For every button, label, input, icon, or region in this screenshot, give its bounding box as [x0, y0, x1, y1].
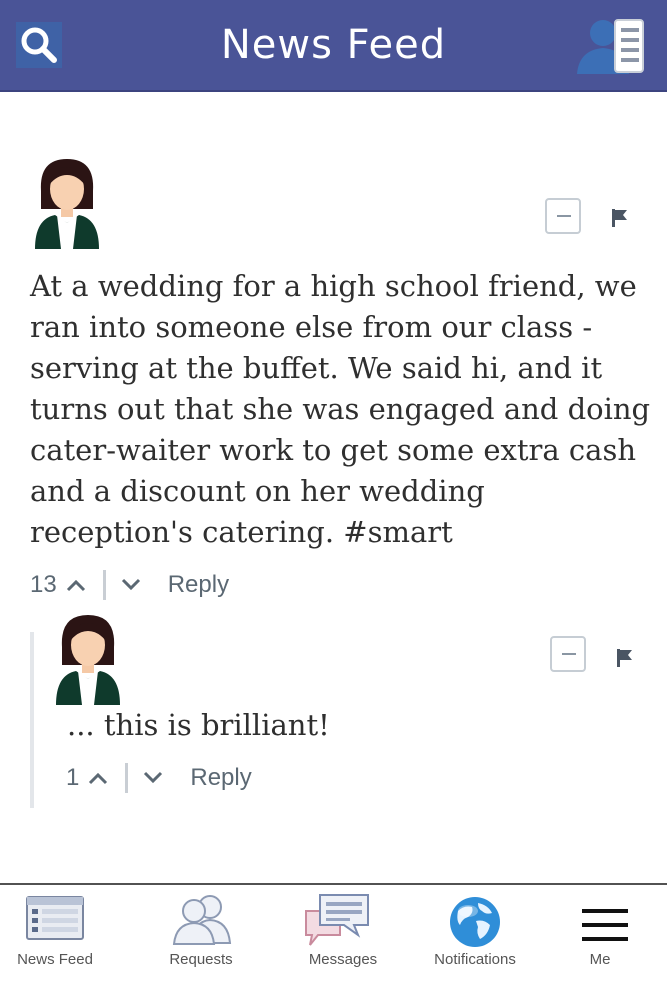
- user-avatar-icon: [35, 159, 99, 249]
- friends-list-icon: [577, 19, 644, 74]
- reply-flag-icon[interactable]: [616, 648, 634, 668]
- bottom-nav: News Feed Requests Messages Notification…: [0, 883, 667, 1002]
- vote-divider: [125, 763, 129, 793]
- nav-notifications[interactable]: Notifications: [420, 885, 530, 985]
- reply-button[interactable]: Reply: [168, 571, 229, 599]
- messages-icon: [305, 894, 369, 946]
- collapse-button[interactable]: [545, 198, 581, 234]
- menu-icon: [582, 909, 628, 941]
- reply-vote-bar: 1 Reply: [66, 758, 252, 798]
- page-title: News Feed: [220, 22, 447, 68]
- reply-text: ... this is brilliant!: [67, 708, 330, 742]
- news-feed-icon: [26, 896, 84, 940]
- nav-requests[interactable]: Requests: [146, 885, 256, 985]
- reply-vote-count: 1: [66, 764, 80, 791]
- nav-label: News Feed: [17, 951, 93, 968]
- vote-divider: [102, 570, 106, 600]
- upvote-icon[interactable]: [87, 771, 109, 785]
- reply-avatar[interactable]: [54, 613, 122, 705]
- upvote-icon[interactable]: [65, 578, 87, 592]
- reply-reply-button[interactable]: Reply: [190, 764, 251, 792]
- downvote-icon[interactable]: [142, 771, 164, 785]
- post-vote-bar: 13 Reply: [30, 565, 229, 605]
- nav-messages[interactable]: Messages: [288, 885, 398, 985]
- top-bar: News Feed: [0, 0, 667, 92]
- nav-label: Requests: [169, 951, 233, 968]
- post-text: At a wedding for a high school friend, w…: [30, 269, 651, 549]
- nav-label: Notifications: [434, 951, 516, 968]
- globe-icon: [450, 897, 500, 947]
- friends-list-button[interactable]: [575, 16, 651, 76]
- user-avatar-icon: [56, 615, 120, 705]
- nav-me[interactable]: Me: [550, 885, 650, 985]
- thread-indicator: [30, 632, 34, 808]
- avatar[interactable]: [33, 157, 101, 249]
- downvote-icon[interactable]: [120, 578, 142, 592]
- reply-collapse-button[interactable]: [550, 636, 586, 672]
- flag-icon[interactable]: [611, 208, 629, 228]
- requests-icon: [172, 895, 232, 945]
- nav-label: Me: [589, 951, 611, 968]
- nav-news-feed[interactable]: News Feed: [0, 885, 110, 985]
- vote-count: 13: [30, 571, 57, 598]
- nav-label: Messages: [308, 951, 378, 968]
